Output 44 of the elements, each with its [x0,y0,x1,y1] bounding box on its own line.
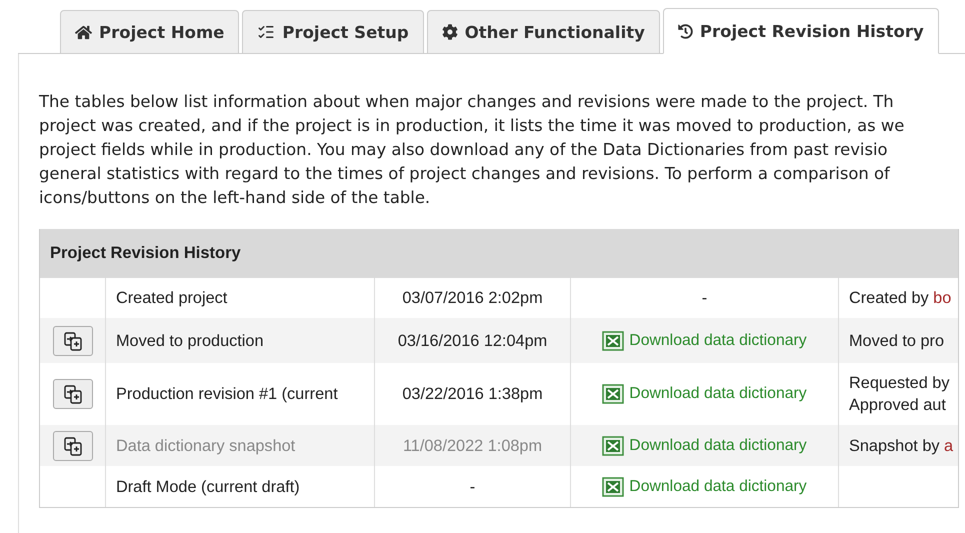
compare-icon [62,436,82,456]
history-icon [678,24,693,38]
spreadsheet-icon [602,436,624,456]
table-title: Project Revision History [40,229,958,278]
compare-button[interactable] [52,430,92,460]
table-cell-text: Moved to production [116,330,264,352]
list-icon [257,23,276,41]
table-cell-text: Created by bo [849,288,952,309]
table-cell-text: - [702,288,708,309]
download-link[interactable]: Download data dictionary [602,434,807,456]
table-cell-text: Requested by [849,373,950,394]
description-text: project was created, and if the project is in production, it lists the time it was moved to production, as we [39,115,906,137]
table-cell-text: 11/08/2022 1:08pm [402,436,542,456]
description-text: general statistics with regard to the times of project changes and revisions. To perform a comparison of [39,163,892,185]
compare-button[interactable] [52,326,92,356]
table-cell-text: Draft Mode (current draft) [116,476,300,498]
table-cell-text: 03/22/2016 1:38pm [402,384,543,405]
spreadsheet-icon [602,384,624,404]
compare-button[interactable] [52,379,92,409]
table-cell-text: - [470,476,476,498]
table-cell-text: Data dictionary snapshot [116,436,296,456]
table-cell-text: Snapshot by a [849,436,954,456]
settings-icon [442,24,458,40]
home-icon [75,24,92,40]
tab[interactable]: Project Home [60,10,240,54]
compare-icon [62,384,82,404]
description-text: project fields while in production. You may also download any of the Data Dictionaries from past revisio [39,139,889,161]
download-link[interactable]: Download data dictionary [602,476,807,498]
compare-icon [62,330,82,350]
spreadsheet-icon [602,330,624,350]
description-text: The tables below list information about when major changes and revisions were made to the project. Th [39,91,895,113]
download-link[interactable]: Download data dictionary [602,330,807,352]
spreadsheet-icon [602,476,624,496]
table-cell-text: 03/07/2016 2:02pm [402,288,543,309]
tab[interactable]: Project Revision History [662,8,939,54]
table-cell-text: 03/16/2016 12:04pm [398,330,548,352]
tab[interactable]: Other Functionality [426,10,660,54]
table-cell-text: Approved aut [849,395,946,416]
download-link[interactable]: Download data dictionary [602,383,807,405]
table-cell-text: Created project [116,288,228,309]
table-cell-text: Moved to pro [849,330,944,352]
description-text: icons/buttons on the left-hand side of the table. [39,187,432,209]
tab[interactable]: Project Setup [242,10,424,54]
table-cell-text: Production revision #1 (current [116,384,338,405]
